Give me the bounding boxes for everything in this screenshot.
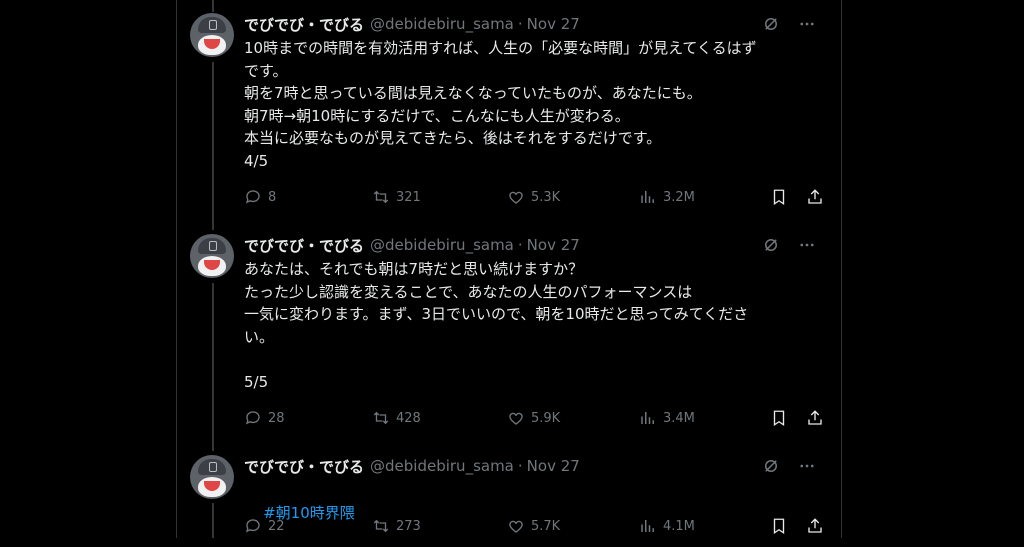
more-icon[interactable] xyxy=(798,15,816,33)
tweet-date[interactable]: Nov 27 xyxy=(527,15,580,33)
like-button[interactable]: 5.9K xyxy=(507,409,639,427)
reply-button[interactable]: 28 xyxy=(244,409,372,427)
user-handle[interactable]: @debidebiru_sama xyxy=(370,236,514,254)
repost-count: 273 xyxy=(396,518,421,534)
separator-dot: · xyxy=(517,236,523,254)
like-button[interactable]: 5.7K xyxy=(507,517,639,535)
like-count: 5.9K xyxy=(531,410,561,426)
tweet-actions: 28 428 5.9K 3.4M xyxy=(244,407,824,429)
tweet-header: でびでび・でびる @debidebiru_sama · Nov 27 xyxy=(244,455,580,477)
views-icon xyxy=(641,520,654,532)
separator-dot: · xyxy=(517,15,523,33)
reply-icon xyxy=(245,411,260,425)
display-name[interactable]: でびでび・でびる xyxy=(244,235,364,256)
repost-icon xyxy=(373,519,389,533)
views-count: 3.2M xyxy=(663,189,695,205)
tweet-date[interactable]: Nov 27 xyxy=(527,457,580,475)
like-icon xyxy=(509,520,523,533)
tweet[interactable]: でびでび・でびる @debidebiru_sama · Nov 27 あなたは、… xyxy=(188,234,828,439)
share-icon[interactable] xyxy=(806,409,824,427)
display-name[interactable]: でびでび・でびる xyxy=(244,14,364,35)
tweet[interactable]: でびでび・でびる @debidebiru_sama · Nov 27 #朝10時… xyxy=(188,455,828,538)
tweet-actions: 8 321 5.3K 3.2M xyxy=(244,186,824,208)
views-count: 3.4M xyxy=(663,410,695,426)
repost-button[interactable]: 428 xyxy=(372,409,507,427)
tweet-header-icons xyxy=(762,457,816,475)
reply-count: 22 xyxy=(268,518,285,534)
views-button[interactable]: 4.1M xyxy=(639,517,769,535)
views-button[interactable]: 3.4M xyxy=(639,409,769,427)
like-count: 5.3K xyxy=(531,189,561,205)
share-icon[interactable] xyxy=(806,188,824,206)
views-count: 4.1M xyxy=(663,518,695,534)
tweet-header: でびでび・でびる @debidebiru_sama · Nov 27 xyxy=(244,234,580,256)
reply-icon xyxy=(245,190,260,204)
repost-count: 428 xyxy=(396,410,421,426)
more-icon[interactable] xyxy=(798,457,816,475)
tweet-actions: 22 273 5.7K 4.1M xyxy=(244,515,824,537)
display-name[interactable]: でびでび・でびる xyxy=(244,456,364,477)
like-icon xyxy=(509,412,523,425)
avatar[interactable] xyxy=(190,234,234,278)
views-icon xyxy=(641,191,654,203)
avatar[interactable] xyxy=(190,13,234,57)
tweet-header-icons xyxy=(762,236,816,254)
repost-icon xyxy=(373,411,389,425)
bookmark-icon[interactable] xyxy=(770,517,788,535)
views-icon xyxy=(641,412,654,424)
repost-button[interactable]: 273 xyxy=(372,517,507,535)
bookmark-icon[interactable] xyxy=(770,409,788,427)
thread-line xyxy=(212,0,214,12)
tweet-text: あなたは、それでも朝は7時だと思い続けますか？ たった少し認識を変えることで、あ… xyxy=(244,260,749,391)
repost-icon xyxy=(373,190,389,204)
reply-count: 28 xyxy=(268,410,285,426)
tweet-header-icons xyxy=(762,15,816,33)
repost-button[interactable]: 321 xyxy=(372,188,507,206)
grok-icon[interactable] xyxy=(762,457,780,475)
reply-icon xyxy=(245,519,260,533)
views-button[interactable]: 3.2M xyxy=(639,188,769,206)
separator-dot: · xyxy=(517,457,523,475)
tweet-header: でびでび・でびる @debidebiru_sama · Nov 27 xyxy=(244,13,580,35)
reply-button[interactable]: 22 xyxy=(244,517,372,535)
user-handle[interactable]: @debidebiru_sama xyxy=(370,15,514,33)
reply-count: 8 xyxy=(268,189,277,205)
grok-icon[interactable] xyxy=(762,15,780,33)
like-count: 5.7K xyxy=(531,518,561,534)
grok-icon[interactable] xyxy=(762,236,780,254)
like-icon xyxy=(509,191,523,204)
bookmark-icon[interactable] xyxy=(770,188,788,206)
like-button[interactable]: 5.3K xyxy=(507,188,639,206)
tweet-date[interactable]: Nov 27 xyxy=(527,236,580,254)
tweet-text: 10時までの時間を有効活用すれば、人生の「必要な時間」が見えてくるはず です。 … xyxy=(244,39,757,170)
user-handle[interactable]: @debidebiru_sama xyxy=(370,457,514,475)
tweet[interactable]: でびでび・でびる @debidebiru_sama · Nov 27 10時まで… xyxy=(188,13,828,218)
more-icon[interactable] xyxy=(798,236,816,254)
share-icon[interactable] xyxy=(806,517,824,535)
repost-count: 321 xyxy=(396,189,421,205)
reply-button[interactable]: 8 xyxy=(244,188,372,206)
avatar[interactable] xyxy=(190,455,234,499)
